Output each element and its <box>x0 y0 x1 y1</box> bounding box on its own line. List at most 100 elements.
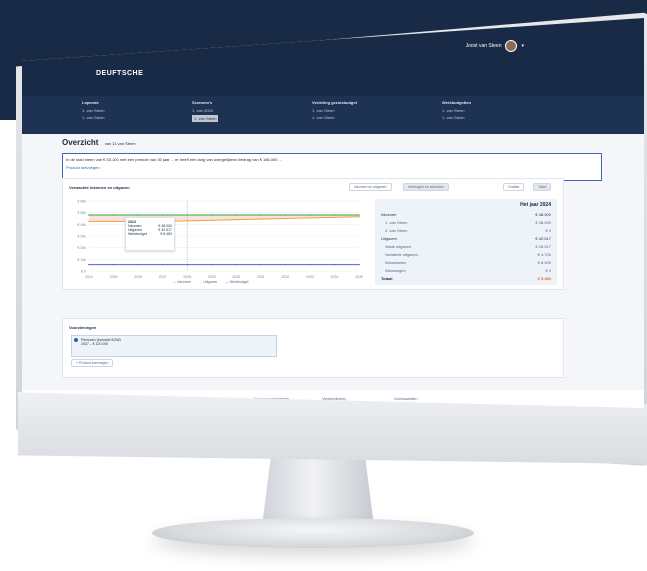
data-point-uitgaven[interactable] <box>88 220 90 223</box>
tooltip-label: Werkbudget <box>128 232 147 236</box>
add-product-link[interactable]: Product toevoegen <box>66 165 598 170</box>
chart-tooltip: 2024 Inkomen € 48.000 Uitgaven € 42.517 … <box>125 217 175 251</box>
data-point-werkbudget[interactable] <box>161 263 164 266</box>
tab-income-expenses[interactable]: Inkomen en uitgaven <box>349 183 392 191</box>
y-tick-label: € 10k <box>77 258 86 262</box>
data-point-werkbudget[interactable] <box>358 263 360 266</box>
nav-group-heading: Lopende <box>82 100 99 105</box>
data-point-inkomen[interactable] <box>333 214 336 216</box>
y-tick-label: € 30k <box>77 235 86 239</box>
nav-item-selected[interactable]: 1. van Steen <box>192 115 219 122</box>
chevron-down-icon: ▾ <box>521 43 524 49</box>
data-point-inkomen[interactable] <box>260 214 262 216</box>
x-tick-label: 2032 <box>281 275 289 279</box>
data-point-werkbudget[interactable] <box>112 263 115 266</box>
data-point-inkomen[interactable] <box>309 214 311 216</box>
legend-budget: — Werkbudget <box>225 280 249 284</box>
main-content: Overzicht van 11 van Steen In de stad st… <box>62 138 602 181</box>
add-product-button[interactable]: + Product toevoegen <box>71 359 114 367</box>
summary-income-row: 2. van Steen € 0 <box>385 228 551 233</box>
nav-item[interactable]: 1. van Steen <box>312 115 357 120</box>
data-point-werkbudget[interactable] <box>260 263 262 266</box>
x-tick-label: 2027 <box>159 275 167 279</box>
line-chart: 2024 2025 2026 2027 2028 2029 2030 2031 2032 2033… <box>63 193 373 289</box>
x-tick-label: 2033 <box>306 275 314 279</box>
data-point-uitgaven[interactable] <box>235 218 237 221</box>
data-point-uitgaven[interactable] <box>333 216 336 219</box>
x-tick-label: 2026 <box>134 275 142 279</box>
nav-group-heading: Verdeling gezinsbudget <box>312 100 357 105</box>
product-dot-icon <box>74 338 78 342</box>
x-tick-label: 2025 <box>110 275 118 279</box>
data-point-werkbudget[interactable] <box>235 263 237 266</box>
product-item-amount: 2027 – € 120.000 <box>81 342 109 346</box>
data-point-inkomen[interactable] <box>161 214 164 216</box>
nav-item[interactable]: 1. van Steen <box>442 108 471 113</box>
data-point-inkomen[interactable] <box>211 214 213 216</box>
y-tick-label: € 0 <box>81 270 86 274</box>
nav-item[interactable]: 1. van Steen <box>82 108 104 113</box>
data-point-inkomen[interactable] <box>358 214 360 216</box>
x-tick-label: 2024 <box>85 275 93 279</box>
data-point-werkbudget[interactable] <box>137 263 139 266</box>
data-point-uitgaven[interactable] <box>260 218 262 220</box>
y-tick-label: € 60k <box>77 200 86 204</box>
nav-group-3: Verdeling gezinsbudget 1. van Steen 1. v… <box>312 100 357 122</box>
product-item[interactable]: Pensioen (inclusief AOW) 2027 – € 120.00… <box>71 335 277 357</box>
summary-title: Het jaar 2024 <box>520 202 551 208</box>
summary-expense-row: Vaste uitgaven € 28.917 <box>385 244 551 249</box>
data-point-werkbudget[interactable] <box>333 263 336 266</box>
data-point-inkomen[interactable] <box>284 214 287 216</box>
data-point-inkomen[interactable] <box>112 214 115 216</box>
x-tick-label: 2035 <box>355 275 363 279</box>
page-title: Overzicht van 11 van Steen <box>62 138 602 147</box>
summary-income-row: 1. van Steen € 48.000 <box>385 220 551 225</box>
data-point-werkbudget[interactable] <box>211 263 213 266</box>
data-point-uitgaven[interactable] <box>358 216 360 218</box>
brand-logo[interactable]: DEUFTSCHE <box>96 70 143 77</box>
nav-item[interactable]: 1. van Steen <box>442 115 471 120</box>
footer-link[interactable]: Voorwaarden <box>394 396 418 401</box>
tab-assets-debts[interactable]: Vermogen en schulden <box>403 183 449 191</box>
x-tick-label: 2034 <box>331 275 339 279</box>
y-tick-label: € 40k <box>77 223 86 227</box>
summary-expense-row: Woonlasten € 8.900 <box>385 260 551 265</box>
summary-income: Inkomen € 48.000 <box>381 212 551 217</box>
page-title-text: Overzicht <box>62 138 99 147</box>
data-point-uitgaven[interactable] <box>211 219 213 221</box>
data-point-werkbudget[interactable] <box>284 263 287 266</box>
nav-item[interactable]: 1. van 2024 <box>192 108 218 113</box>
legend-expenses: — Uitgaven <box>198 280 218 284</box>
data-point-inkomen[interactable] <box>235 214 237 216</box>
y-tick-label: € 50k <box>77 211 86 215</box>
data-point-werkbudget[interactable] <box>88 263 90 266</box>
nav-item[interactable]: 1. van Steen <box>312 108 357 113</box>
toggle-table[interactable]: Tabel <box>533 183 552 191</box>
chart-card-title: Verwachte inkomen en uitgaven <box>69 185 130 190</box>
data-point-uitgaven[interactable] <box>112 220 115 223</box>
data-point-uitgaven[interactable] <box>309 217 311 219</box>
monitor-stand-neck <box>262 456 374 526</box>
avatar <box>505 40 518 52</box>
nav-group-heading: Werkbudgetten <box>442 100 472 105</box>
nav-group-2: Scenario’s 1. van 2024 1. van Steen <box>192 100 219 124</box>
x-tick-label: 2028 <box>183 275 191 279</box>
data-point-werkbudget[interactable] <box>309 263 311 266</box>
user-menu[interactable]: Joost van Steen ▾ <box>466 40 524 52</box>
data-point-inkomen[interactable] <box>88 214 90 216</box>
data-point-uitgaven[interactable] <box>284 217 287 220</box>
summary-expenses: Uitgaven € 42.517 <box>381 236 551 241</box>
data-point-inkomen[interactable] <box>137 214 139 216</box>
y-tick-label: € 20k <box>77 246 86 250</box>
products-card: Voorzieningen Pensioen (inclusief AOW) 2… <box>62 318 564 378</box>
toggle-chart[interactable]: Grafiek <box>503 183 525 191</box>
scenario-nav: Lopende 1. van Steen 1. van Steen Scenar… <box>22 96 644 134</box>
x-tick-label: 2029 <box>208 275 216 279</box>
page-subtitle: van 11 van Steen <box>104 141 136 146</box>
summary-expense-row: Aflossingen € 0 <box>385 268 551 273</box>
nav-group-1: Lopende 1. van Steen 1. van Steen <box>82 100 104 122</box>
notice-text: In de stad steen van € 53.100 met een pe… <box>66 157 282 162</box>
nav-item[interactable]: 1. van Steen <box>82 115 104 120</box>
monitor-stand-base <box>152 518 474 548</box>
x-tick-label: 2030 <box>232 275 240 279</box>
